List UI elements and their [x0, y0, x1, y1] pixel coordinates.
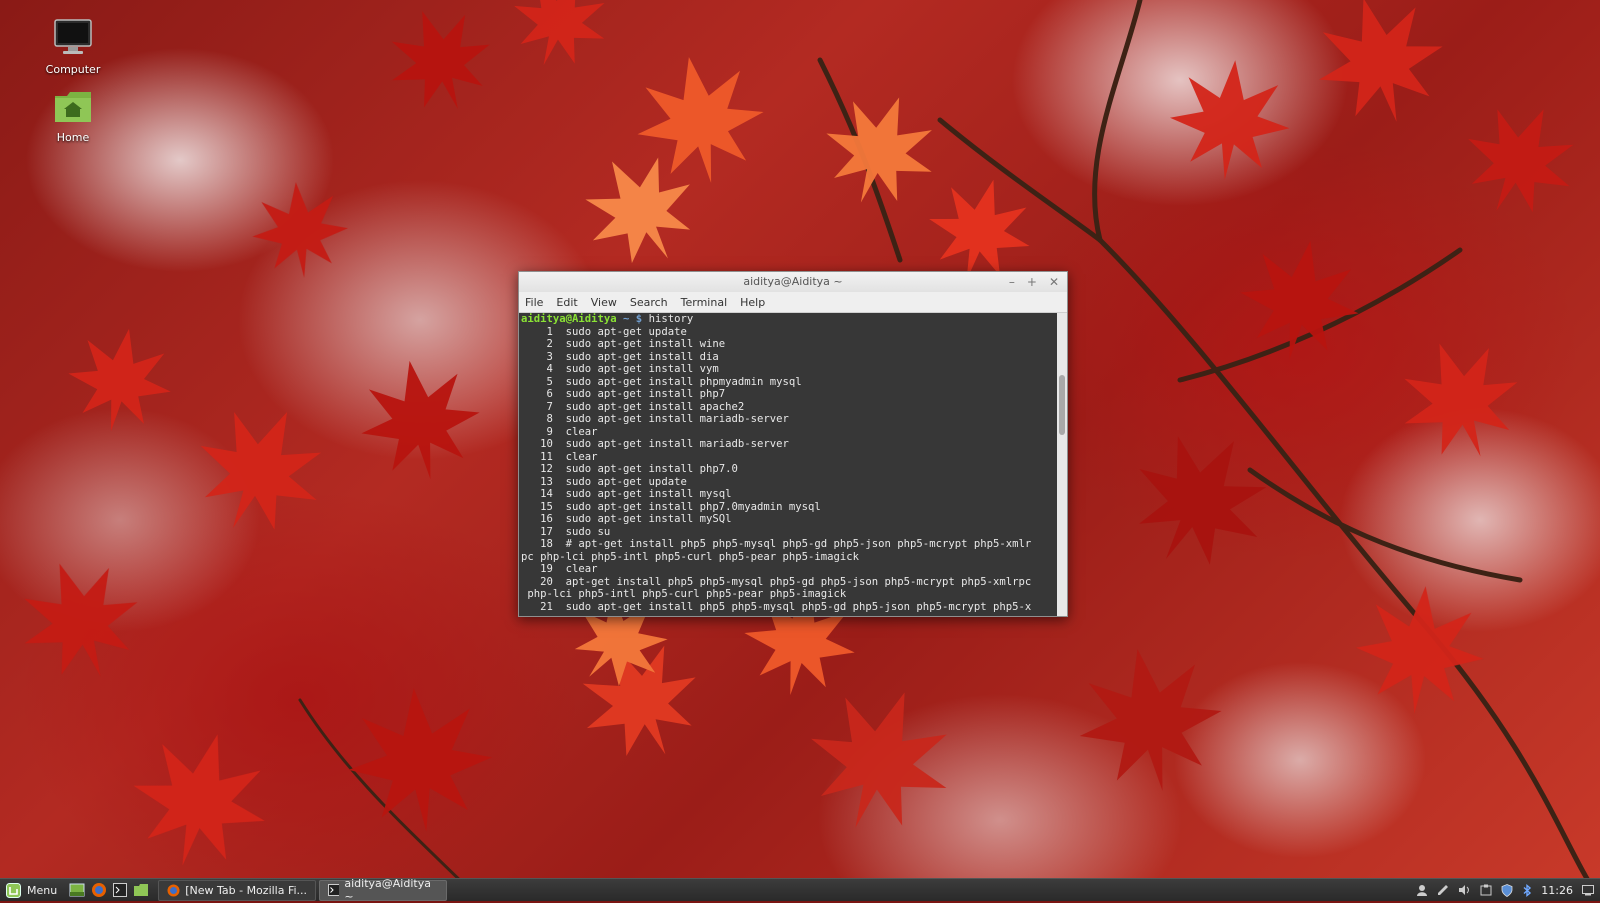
desktop-icon-label: Home	[56, 131, 90, 144]
menu-view[interactable]: View	[591, 296, 617, 309]
prompt-user: aiditya@Aiditya	[521, 313, 617, 325]
prompt-line: aiditya@Aiditya ~ $ history	[521, 313, 1057, 326]
firefox-icon	[167, 884, 180, 896]
clock[interactable]: 11:26	[1541, 884, 1573, 897]
taskbar: Menu [New Tab - Mozilla Fi... aiditya@Ai…	[0, 877, 1600, 903]
taskbar-window-label: aiditya@Aiditya ~	[344, 877, 431, 903]
maximize-button[interactable]: +	[1027, 272, 1037, 292]
taskbar-window-firefox[interactable]: [New Tab - Mozilla Fi...	[158, 879, 317, 901]
quick-launch	[63, 882, 155, 898]
firefox-icon[interactable]	[91, 882, 107, 898]
terminal-line: 11 clear	[521, 450, 598, 463]
minimize-button[interactable]: –	[1009, 272, 1015, 292]
menu-search[interactable]: Search	[630, 296, 668, 309]
taskbar-window-label: [New Tab - Mozilla Fi...	[185, 883, 308, 897]
terminal-line: 2 sudo apt-get install wine	[521, 338, 726, 350]
terminal-line: 10 sudo apt-get install mariadb-server	[521, 438, 789, 450]
terminal-launcher-icon[interactable]	[113, 883, 128, 897]
start-menu-button[interactable]: Menu	[0, 879, 63, 901]
close-button[interactable]: ✕	[1049, 272, 1059, 292]
terminal-line: 14 sudo apt-get install mysql	[521, 488, 732, 500]
terminal-icon	[328, 884, 340, 896]
terminal-line: 13 sudo apt-get update	[521, 475, 687, 488]
terminal-line: 7 sudo apt-get install apache2	[521, 400, 745, 413]
terminal-line: 3 sudo apt-get install dia	[521, 350, 719, 363]
terminal-line: 18 # apt-get install php5 php5-mysql php…	[521, 538, 1032, 550]
terminal-output[interactable]: aiditya@Aiditya ~ $ history 1 sudo apt-g…	[519, 313, 1057, 616]
window-controls: – + ✕	[1009, 272, 1059, 292]
scrollbar-thumb[interactable]	[1059, 375, 1065, 435]
desktop-icon-label: Computer	[45, 63, 101, 76]
window-title: aiditya@Aiditya ~	[743, 275, 843, 288]
pen-icon[interactable]	[1437, 884, 1449, 896]
terminal-line: 9 clear	[521, 425, 598, 438]
volume-icon[interactable]	[1458, 884, 1471, 896]
home-folder-icon	[55, 92, 91, 122]
desktop-icon-home[interactable]: Home	[33, 90, 113, 144]
terminal-line: 4 sudo apt-get install vym	[521, 363, 719, 375]
computer-icon	[54, 19, 92, 54]
terminal-window[interactable]: aiditya@Aiditya ~ – + ✕ File Edit View S…	[518, 271, 1068, 617]
terminal-line: 6 sudo apt-get install php7	[521, 388, 726, 400]
terminal-line: 20 apt-get install php5 php5-mysql php5-…	[521, 575, 1032, 588]
files-launcher-icon[interactable]	[133, 883, 149, 897]
start-menu-label: Menu	[27, 883, 58, 897]
clipboard-icon[interactable]	[1480, 884, 1492, 896]
user-icon[interactable]	[1416, 884, 1428, 896]
terminal-line: 21 sudo apt-get install php5 php5-mysql …	[521, 600, 1032, 613]
terminal-scrollbar[interactable]	[1057, 313, 1067, 616]
menu-help[interactable]: Help	[740, 296, 765, 309]
menu-edit[interactable]: Edit	[556, 296, 577, 309]
shield-icon[interactable]	[1501, 883, 1513, 897]
show-desktop-icon[interactable]	[69, 883, 85, 897]
taskbar-window-terminal[interactable]: aiditya@Aiditya ~	[319, 877, 448, 903]
menu-file[interactable]: File	[525, 296, 543, 309]
mint-logo-icon	[6, 882, 21, 898]
terminal-line: 1 sudo apt-get update	[521, 325, 687, 338]
prompt-path: ~ $	[616, 313, 643, 325]
bluetooth-icon[interactable]	[1522, 883, 1532, 897]
prompt-command: history	[642, 313, 694, 325]
terminal-line: 5 sudo apt-get install phpmyadmin mysql	[521, 375, 802, 388]
menu-terminal[interactable]: Terminal	[681, 296, 728, 309]
terminal-line: 12 sudo apt-get install php7.0	[521, 463, 738, 475]
terminal-line: php-lci php5-intl php5-curl php5-pear ph…	[521, 588, 847, 600]
terminal-line: 8 sudo apt-get install mariadb-server	[521, 413, 789, 425]
terminal-menubar: File Edit View Search Terminal Help	[519, 292, 1067, 313]
terminal-line: 16 sudo apt-get install mySQl	[521, 513, 732, 525]
show-desktop-tray-icon[interactable]	[1582, 884, 1594, 896]
terminal-line: 19 clear	[521, 563, 598, 575]
terminal-line: 15 sudo apt-get install php7.0myadmin my…	[521, 500, 821, 513]
window-titlebar[interactable]: aiditya@Aiditya ~ – + ✕	[519, 272, 1067, 292]
terminal-line: 17 sudo su	[521, 525, 611, 538]
terminal-line: pc php-lci php5-intl php5-curl php5-pear…	[521, 550, 860, 563]
desktop-icon-computer[interactable]: Computer	[33, 18, 113, 76]
system-tray: 11:26	[1416, 884, 1600, 897]
